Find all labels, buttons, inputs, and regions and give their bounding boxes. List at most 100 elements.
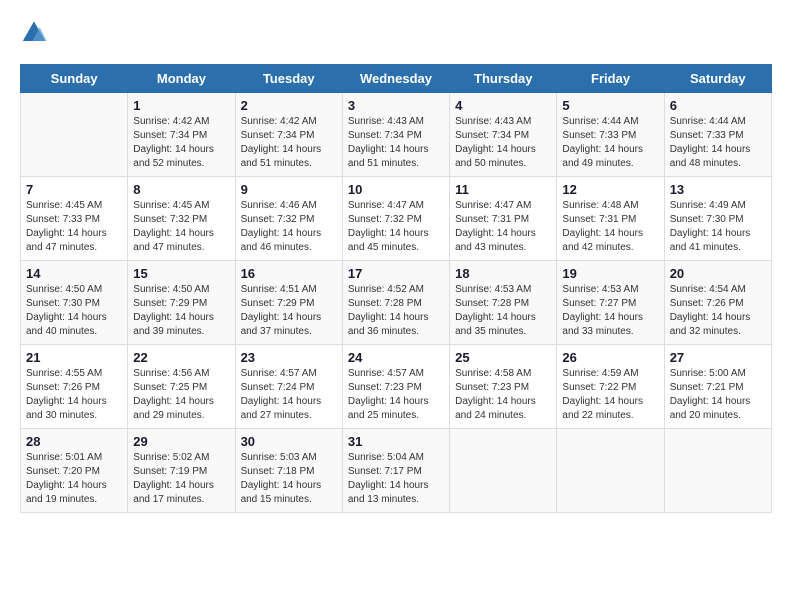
calendar-cell: 30 Sunrise: 5:03 AMSunset: 7:18 PMDayligh… bbox=[235, 429, 342, 513]
cell-details: Sunrise: 4:57 AMSunset: 7:24 PMDaylight:… bbox=[241, 367, 337, 423]
weekday-header: Tuesday bbox=[235, 65, 342, 93]
calendar-cell: 20 Sunrise: 4:54 AMSunset: 7:26 PMDayligh… bbox=[664, 261, 771, 345]
calendar-cell: 14 Sunrise: 4:50 AMSunset: 7:30 PMDayligh… bbox=[21, 261, 128, 345]
day-number: 31 bbox=[348, 434, 444, 449]
cell-details: Sunrise: 4:50 AMSunset: 7:29 PMDaylight:… bbox=[133, 283, 229, 339]
calendar-cell: 13 Sunrise: 4:49 AMSunset: 7:30 PMDayligh… bbox=[664, 177, 771, 261]
day-number: 10 bbox=[348, 182, 444, 197]
calendar-week-row: 7 Sunrise: 4:45 AMSunset: 7:33 PMDaylight… bbox=[21, 177, 772, 261]
calendar-cell: 2 Sunrise: 4:42 AMSunset: 7:34 PMDaylight… bbox=[235, 93, 342, 177]
cell-details: Sunrise: 4:52 AMSunset: 7:28 PMDaylight:… bbox=[348, 283, 444, 339]
cell-details: Sunrise: 5:01 AMSunset: 7:20 PMDaylight:… bbox=[26, 451, 122, 507]
day-number: 21 bbox=[26, 350, 122, 365]
day-number: 1 bbox=[133, 98, 229, 113]
day-number: 2 bbox=[241, 98, 337, 113]
cell-details: Sunrise: 4:47 AMSunset: 7:31 PMDaylight:… bbox=[455, 199, 551, 255]
calendar-cell bbox=[450, 429, 557, 513]
calendar-cell: 19 Sunrise: 4:53 AMSunset: 7:27 PMDayligh… bbox=[557, 261, 664, 345]
cell-details: Sunrise: 4:54 AMSunset: 7:26 PMDaylight:… bbox=[670, 283, 766, 339]
calendar-cell: 24Sunrise: 4:57 AMSunset: 7:23 PMDayligh… bbox=[342, 345, 449, 429]
cell-details: Sunrise: 4:47 AMSunset: 7:32 PMDaylight:… bbox=[348, 199, 444, 255]
weekday-header: Sunday bbox=[21, 65, 128, 93]
cell-details: Sunrise: 4:42 AMSunset: 7:34 PMDaylight:… bbox=[241, 115, 337, 171]
day-number: 20 bbox=[670, 266, 766, 281]
weekday-header-row: SundayMondayTuesdayWednesdayThursdayFrid… bbox=[21, 65, 772, 93]
weekday-header: Monday bbox=[128, 65, 235, 93]
calendar-table: SundayMondayTuesdayWednesdayThursdayFrid… bbox=[20, 64, 772, 513]
calendar-cell: 28 Sunrise: 5:01 AMSunset: 7:20 PMDayligh… bbox=[21, 429, 128, 513]
weekday-header: Thursday bbox=[450, 65, 557, 93]
calendar-cell: 17 Sunrise: 4:52 AMSunset: 7:28 PMDayligh… bbox=[342, 261, 449, 345]
day-number: 11 bbox=[455, 182, 551, 197]
calendar-cell: 3 Sunrise: 4:43 AMSunset: 7:34 PMDaylight… bbox=[342, 93, 449, 177]
day-number: 29 bbox=[133, 434, 229, 449]
calendar-cell: 1Sunrise: 4:42 AMSunset: 7:34 PMDaylight… bbox=[128, 93, 235, 177]
day-number: 5 bbox=[562, 98, 658, 113]
cell-details: Sunrise: 4:49 AMSunset: 7:30 PMDaylight:… bbox=[670, 199, 766, 255]
calendar-cell: 15 Sunrise: 4:50 AMSunset: 7:29 PMDayligh… bbox=[128, 261, 235, 345]
day-number: 6 bbox=[670, 98, 766, 113]
cell-details: Sunrise: 5:00 AMSunset: 7:21 PMDaylight:… bbox=[670, 367, 766, 423]
calendar-cell: 8 Sunrise: 4:45 AMSunset: 7:32 PMDaylight… bbox=[128, 177, 235, 261]
day-number: 27 bbox=[670, 350, 766, 365]
day-number: 4 bbox=[455, 98, 551, 113]
cell-details: Sunrise: 4:58 AMSunset: 7:23 PMDaylight:… bbox=[455, 367, 551, 423]
day-number: 8 bbox=[133, 182, 229, 197]
calendar-cell: 22Sunrise: 4:56 AMSunset: 7:25 PMDayligh… bbox=[128, 345, 235, 429]
weekday-header: Friday bbox=[557, 65, 664, 93]
day-number: 17 bbox=[348, 266, 444, 281]
calendar-week-row: 21 Sunrise: 4:55 AMSunset: 7:26 PMDayligh… bbox=[21, 345, 772, 429]
cell-details: Sunrise: 4:45 AMSunset: 7:33 PMDaylight:… bbox=[26, 199, 122, 255]
cell-details: Sunrise: 4:43 AMSunset: 7:34 PMDaylight:… bbox=[348, 115, 444, 171]
day-number: 13 bbox=[670, 182, 766, 197]
cell-details: Sunrise: 4:51 AMSunset: 7:29 PMDaylight:… bbox=[241, 283, 337, 339]
cell-details: Sunrise: 4:43 AMSunset: 7:34 PMDaylight:… bbox=[455, 115, 551, 171]
day-number: 3 bbox=[348, 98, 444, 113]
cell-details: Sunrise: 4:44 AMSunset: 7:33 PMDaylight:… bbox=[562, 115, 658, 171]
cell-details: Sunrise: 5:04 AMSunset: 7:17 PMDaylight:… bbox=[348, 451, 444, 507]
day-number: 28 bbox=[26, 434, 122, 449]
weekday-header: Saturday bbox=[664, 65, 771, 93]
calendar-week-row: 14 Sunrise: 4:50 AMSunset: 7:30 PMDayligh… bbox=[21, 261, 772, 345]
cell-details: Sunrise: 4:53 AMSunset: 7:27 PMDaylight:… bbox=[562, 283, 658, 339]
calendar-cell: 29Sunrise: 5:02 AMSunset: 7:19 PMDayligh… bbox=[128, 429, 235, 513]
cell-details: Sunrise: 5:03 AMSunset: 7:18 PMDaylight:… bbox=[241, 451, 337, 507]
calendar-cell: 9 Sunrise: 4:46 AMSunset: 7:32 PMDaylight… bbox=[235, 177, 342, 261]
calendar-cell: 6 Sunrise: 4:44 AMSunset: 7:33 PMDaylight… bbox=[664, 93, 771, 177]
day-number: 7 bbox=[26, 182, 122, 197]
day-number: 14 bbox=[26, 266, 122, 281]
day-number: 26 bbox=[562, 350, 658, 365]
calendar-cell: 26 Sunrise: 4:59 AMSunset: 7:22 PMDayligh… bbox=[557, 345, 664, 429]
day-number: 16 bbox=[241, 266, 337, 281]
cell-details: Sunrise: 4:59 AMSunset: 7:22 PMDaylight:… bbox=[562, 367, 658, 423]
day-number: 15 bbox=[133, 266, 229, 281]
calendar-cell bbox=[557, 429, 664, 513]
day-number: 30 bbox=[241, 434, 337, 449]
calendar-cell bbox=[21, 93, 128, 177]
cell-details: Sunrise: 4:44 AMSunset: 7:33 PMDaylight:… bbox=[670, 115, 766, 171]
calendar-week-row: 1 Sunrise: 4:42 AMSunset: 7:34 PMDaylight… bbox=[21, 93, 772, 177]
calendar-week-row: 28 Sunrise: 5:01 AMSunset: 7:20 PMDayligh… bbox=[21, 429, 772, 513]
cell-details: Sunrise: 4:46 AMSunset: 7:32 PMDaylight:… bbox=[241, 199, 337, 255]
day-number: 24 bbox=[348, 350, 444, 365]
day-number: 12 bbox=[562, 182, 658, 197]
day-number: 22 bbox=[133, 350, 229, 365]
calendar-cell: 18Sunrise: 4:53 AMSunset: 7:28 PMDayligh… bbox=[450, 261, 557, 345]
cell-details: Sunrise: 4:48 AMSunset: 7:31 PMDaylight:… bbox=[562, 199, 658, 255]
calendar-cell: 10 Sunrise: 4:47 AMSunset: 7:32 PMDayligh… bbox=[342, 177, 449, 261]
cell-details: Sunrise: 4:45 AMSunset: 7:32 PMDaylight:… bbox=[133, 199, 229, 255]
day-number: 9 bbox=[241, 182, 337, 197]
calendar-cell: 31 Sunrise: 5:04 AMSunset: 7:17 PMDayligh… bbox=[342, 429, 449, 513]
day-number: 19 bbox=[562, 266, 658, 281]
cell-details: Sunrise: 4:55 AMSunset: 7:26 PMDaylight:… bbox=[26, 367, 122, 423]
cell-details: Sunrise: 4:50 AMSunset: 7:30 PMDaylight:… bbox=[26, 283, 122, 339]
calendar-cell: 12 Sunrise: 4:48 AMSunset: 7:31 PMDayligh… bbox=[557, 177, 664, 261]
page-header bbox=[20, 20, 772, 48]
logo-icon bbox=[20, 20, 48, 48]
day-number: 23 bbox=[241, 350, 337, 365]
calendar-cell: 27 Sunrise: 5:00 AMSunset: 7:21 PMDayligh… bbox=[664, 345, 771, 429]
weekday-header: Wednesday bbox=[342, 65, 449, 93]
calendar-cell: 5 Sunrise: 4:44 AMSunset: 7:33 PMDaylight… bbox=[557, 93, 664, 177]
calendar-cell: 25 Sunrise: 4:58 AMSunset: 7:23 PMDayligh… bbox=[450, 345, 557, 429]
day-number: 25 bbox=[455, 350, 551, 365]
